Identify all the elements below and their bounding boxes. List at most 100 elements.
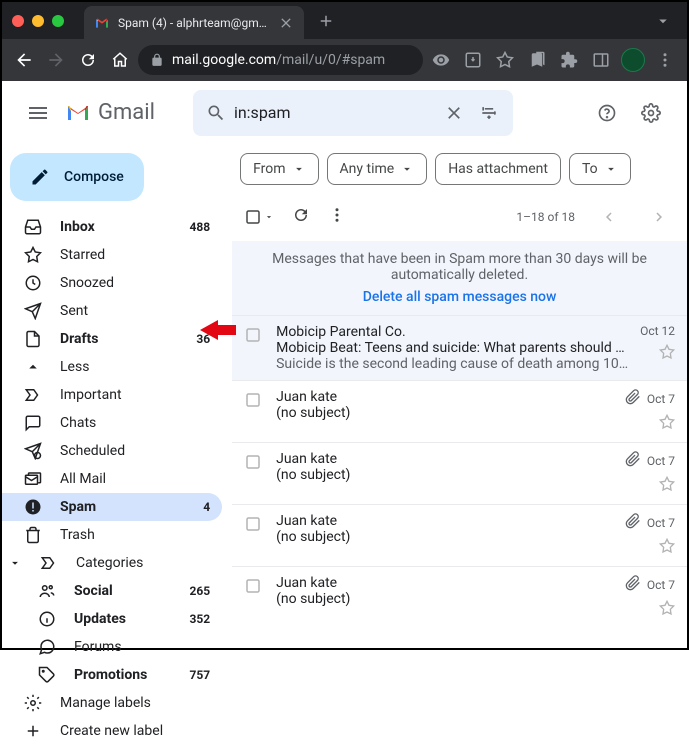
schedule-icon <box>24 442 44 460</box>
close-window-button[interactable] <box>12 15 24 27</box>
message-date: Oct 12 <box>640 324 675 338</box>
sidebar-item-social[interactable]: Social265 <box>2 577 222 605</box>
attachment-icon <box>625 513 641 532</box>
refresh-button[interactable] <box>292 206 310 228</box>
delete-all-spam-link[interactable]: Delete all spam messages now <box>242 289 677 305</box>
minimize-window-button[interactable] <box>32 15 44 27</box>
message-date: Oct 7 <box>625 389 675 408</box>
sidebar-item-snoozed[interactable]: Snoozed <box>2 269 222 297</box>
search-input[interactable] <box>234 103 437 122</box>
people-icon <box>38 582 58 600</box>
message-row[interactable]: Mobicip Parental Co.Mobicip Beat: Teens … <box>232 315 687 380</box>
filter-from[interactable]: From <box>240 153 318 185</box>
message-checkbox[interactable] <box>244 575 264 620</box>
new-tab-button[interactable] <box>312 7 340 35</box>
back-button[interactable] <box>10 46 38 74</box>
tab-title: Spam (4) - alphrteam@gmail.c <box>118 16 270 30</box>
search-bar <box>193 90 513 136</box>
sidebar-item-chats[interactable]: Chats <box>2 409 222 437</box>
reload-button[interactable] <box>74 46 102 74</box>
sidebar-item-forums[interactable]: Forums <box>2 633 222 661</box>
main-menu-button[interactable] <box>18 93 58 133</box>
message-date: Oct 7 <box>625 513 675 532</box>
info-icon <box>38 610 58 628</box>
forward-button[interactable] <box>42 46 70 74</box>
star-button[interactable] <box>659 414 675 434</box>
main-content: From Any time Has attachment To 1–18 of … <box>232 145 687 648</box>
message-row[interactable]: Juan kate(no subject)Oct 7 <box>232 442 687 504</box>
bookmarks-icon[interactable] <box>523 46 551 74</box>
message-checkbox[interactable] <box>244 513 264 558</box>
message-row[interactable]: Juan kate(no subject) Oct 7 <box>232 566 687 628</box>
star-button[interactable] <box>659 344 675 364</box>
tabs-dropdown-button[interactable] <box>649 7 677 35</box>
message-row[interactable]: Juan kate(no subject)Oct 7 <box>232 380 687 442</box>
sidebar-item-updates[interactable]: Updates352 <box>2 605 222 633</box>
eye-icon[interactable] <box>427 46 455 74</box>
sidebar-item-starred[interactable]: Starred <box>2 241 222 269</box>
next-page-button[interactable] <box>643 201 675 233</box>
gmail-logo-icon <box>66 101 90 125</box>
search-options-icon[interactable] <box>472 93 507 133</box>
message-sender: Juan kate <box>276 575 613 591</box>
support-icon[interactable] <box>587 93 627 133</box>
message-checkbox[interactable] <box>244 451 264 496</box>
prev-page-button[interactable] <box>593 201 625 233</box>
more-menu-icon[interactable] <box>328 206 346 228</box>
filter-bar: From Any time Has attachment To <box>232 145 687 193</box>
sidebar-item-inbox[interactable]: Inbox488 <box>2 213 222 241</box>
clear-search-icon[interactable] <box>437 93 472 133</box>
sidebar-item-sent[interactable]: Sent <box>2 297 222 325</box>
maximize-window-button[interactable] <box>52 15 64 27</box>
select-all-checkbox[interactable] <box>244 208 274 226</box>
filter-attachment[interactable]: Has attachment <box>435 153 561 185</box>
attachment-icon <box>625 389 641 408</box>
filter-anytime[interactable]: Any time <box>327 153 428 185</box>
extensions-icon[interactable] <box>555 46 583 74</box>
close-tab-icon[interactable] <box>278 15 294 31</box>
sidepanel-icon[interactable] <box>587 46 615 74</box>
sidebar-item-scheduled[interactable]: Scheduled <box>2 437 222 465</box>
chevron-up-icon <box>24 358 44 376</box>
message-checkbox[interactable] <box>244 389 264 434</box>
gmail-header: Gmail <box>2 81 687 145</box>
sidebar-item-promotions[interactable]: Promotions757 <box>2 661 222 689</box>
caret-down-icon <box>292 162 306 176</box>
install-icon[interactable] <box>459 46 487 74</box>
sidebar-item-less[interactable]: Less <box>2 353 222 381</box>
message-date: Oct 7 <box>625 575 675 594</box>
window-controls <box>12 15 64 27</box>
message-date: Oct 7 <box>625 451 675 470</box>
spam-notice-text: Messages that have been in Spam more tha… <box>272 251 647 283</box>
sidebar-item-manage-labels[interactable]: Manage labels <box>2 689 222 717</box>
url-text: mail.google.com/mail/u/0/#spam <box>172 52 385 68</box>
caret-down-icon <box>604 162 618 176</box>
sidebar-item-create-label[interactable]: Create new label <box>2 717 222 745</box>
sidebar-item-spam[interactable]: Spam4 <box>2 493 222 521</box>
extension-badge[interactable] <box>619 46 647 74</box>
search-icon[interactable] <box>199 93 234 133</box>
star-button[interactable] <box>659 476 675 496</box>
star-button[interactable] <box>659 538 675 558</box>
gmail-logo[interactable]: Gmail <box>66 100 155 125</box>
sidebar-item-drafts[interactable]: Drafts36 <box>2 325 222 353</box>
address-bar[interactable]: mail.google.com/mail/u/0/#spam <box>138 45 423 75</box>
compose-button[interactable]: Compose <box>10 153 144 201</box>
filter-to[interactable]: To <box>569 153 631 185</box>
message-checkbox[interactable] <box>244 324 264 372</box>
bookmark-star-icon[interactable] <box>491 46 519 74</box>
sidebar-item-important[interactable]: Important <box>2 381 222 409</box>
sidebar-item-allmail[interactable]: All Mail <box>2 465 222 493</box>
spam-icon <box>24 498 44 516</box>
settings-icon[interactable] <box>631 93 671 133</box>
message-subject: (no subject) <box>276 591 613 607</box>
sidebar-item-trash[interactable]: Trash <box>2 521 222 549</box>
message-sender: Juan kate <box>276 513 613 529</box>
browser-menu-icon[interactable] <box>651 46 679 74</box>
browser-toolbar: mail.google.com/mail/u/0/#spam <box>2 39 687 81</box>
home-button[interactable] <box>106 46 134 74</box>
sidebar-item-categories[interactable]: Categories <box>2 549 222 577</box>
message-row[interactable]: Juan kate(no subject)Oct 7 <box>232 504 687 566</box>
browser-tab[interactable]: Spam (4) - alphrteam@gmail.c <box>84 6 304 39</box>
star-button[interactable] <box>659 600 675 620</box>
